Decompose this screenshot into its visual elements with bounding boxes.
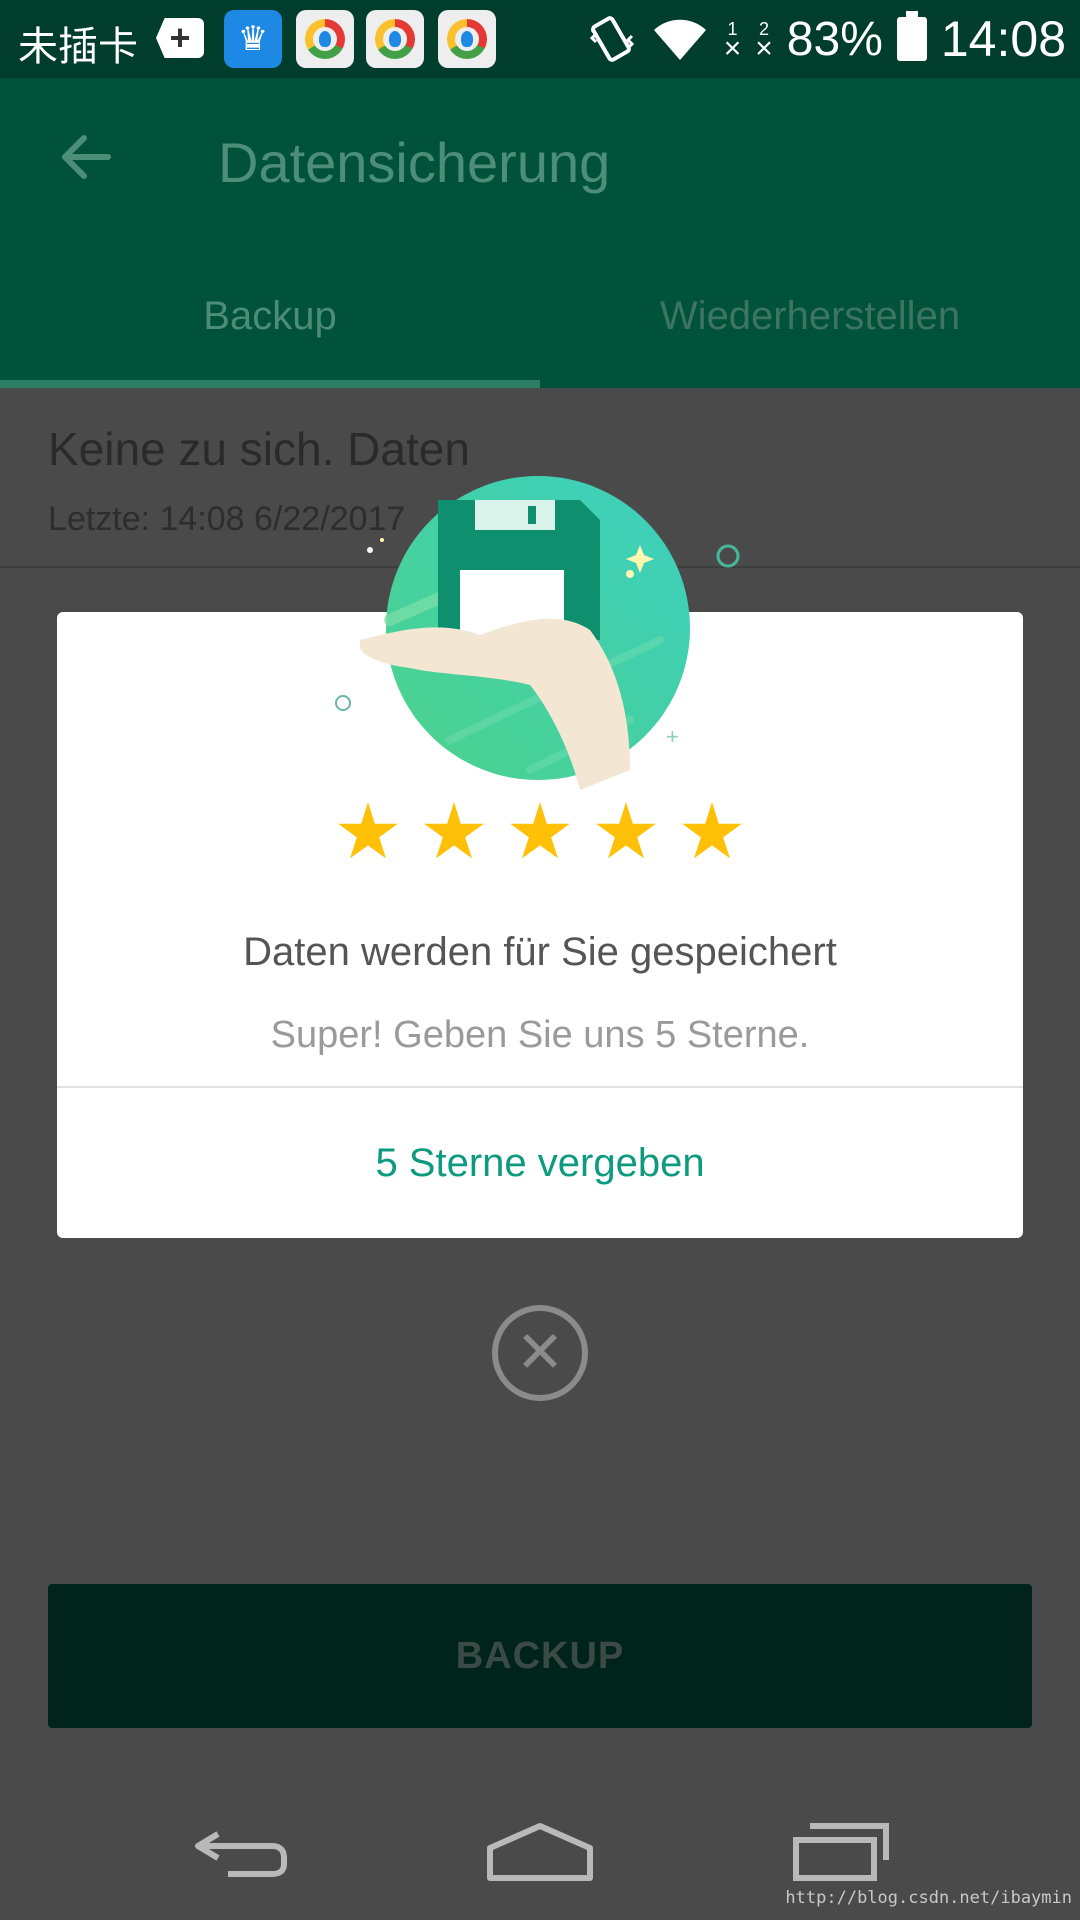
vibrate-icon bbox=[589, 16, 634, 62]
close-icon: ✕ bbox=[515, 1320, 565, 1385]
star-icon[interactable] bbox=[682, 802, 742, 859]
tab-restore[interactable]: Wiederherstellen bbox=[540, 294, 1080, 339]
status-bar: 未插卡 + ♛ 1 × 2 × 83% 14:08 bbox=[0, 0, 1080, 78]
star-icon[interactable] bbox=[424, 802, 484, 859]
app-bar: Datensicherung Backup Wiederherstellen bbox=[0, 78, 1080, 388]
close-dialog-button[interactable]: ✕ bbox=[492, 1305, 588, 1401]
back-nav-icon[interactable] bbox=[188, 1820, 292, 1880]
star-icon[interactable] bbox=[510, 802, 570, 859]
notification-app-icon bbox=[366, 10, 424, 68]
backup-status-title: Keine zu sich. Daten bbox=[48, 423, 470, 475]
rate-five-stars-button[interactable]: 5 Sterne vergeben bbox=[57, 1088, 1023, 1238]
crown-app-icon: ♛ bbox=[224, 10, 282, 68]
page-title: Datensicherung bbox=[218, 131, 611, 194]
decorative-plus: + bbox=[666, 724, 679, 749]
star-icon[interactable] bbox=[596, 802, 656, 859]
back-arrow-icon[interactable] bbox=[58, 130, 112, 184]
recents-nav-icon[interactable] bbox=[790, 1820, 894, 1884]
home-nav-icon[interactable] bbox=[484, 1820, 596, 1884]
sim1-indicator: 1 × bbox=[723, 19, 742, 65]
notification-app-icon bbox=[296, 10, 354, 68]
battery-percent: 83% bbox=[786, 12, 883, 66]
clock: 14:08 bbox=[940, 11, 1066, 67]
carrier-label: 未插卡 bbox=[18, 24, 138, 70]
star-rating[interactable] bbox=[57, 802, 1023, 864]
dialog-subtitle: Super! Geben Sie uns 5 Sterne. bbox=[270, 1014, 810, 1056]
battery-icon bbox=[896, 11, 927, 61]
watermark: http://blog.csdn.net/ibaymin bbox=[785, 1888, 1072, 1908]
floppy-disk-hand-illustration bbox=[360, 476, 690, 790]
notification-app-icon bbox=[438, 10, 496, 68]
backup-button[interactable]: BACKUP bbox=[48, 1584, 1032, 1728]
tab-backup[interactable]: Backup bbox=[0, 294, 540, 339]
sim2-indicator: 2 × bbox=[755, 19, 773, 65]
decorative-circle bbox=[716, 544, 740, 568]
dialog-title: Daten werden für Sie gespeichert bbox=[243, 930, 837, 974]
decorative-circle bbox=[335, 695, 351, 711]
wifi-icon bbox=[653, 19, 706, 60]
star-icon[interactable] bbox=[338, 802, 398, 859]
add-icon: + bbox=[156, 18, 204, 58]
tab-indicator bbox=[0, 380, 540, 388]
